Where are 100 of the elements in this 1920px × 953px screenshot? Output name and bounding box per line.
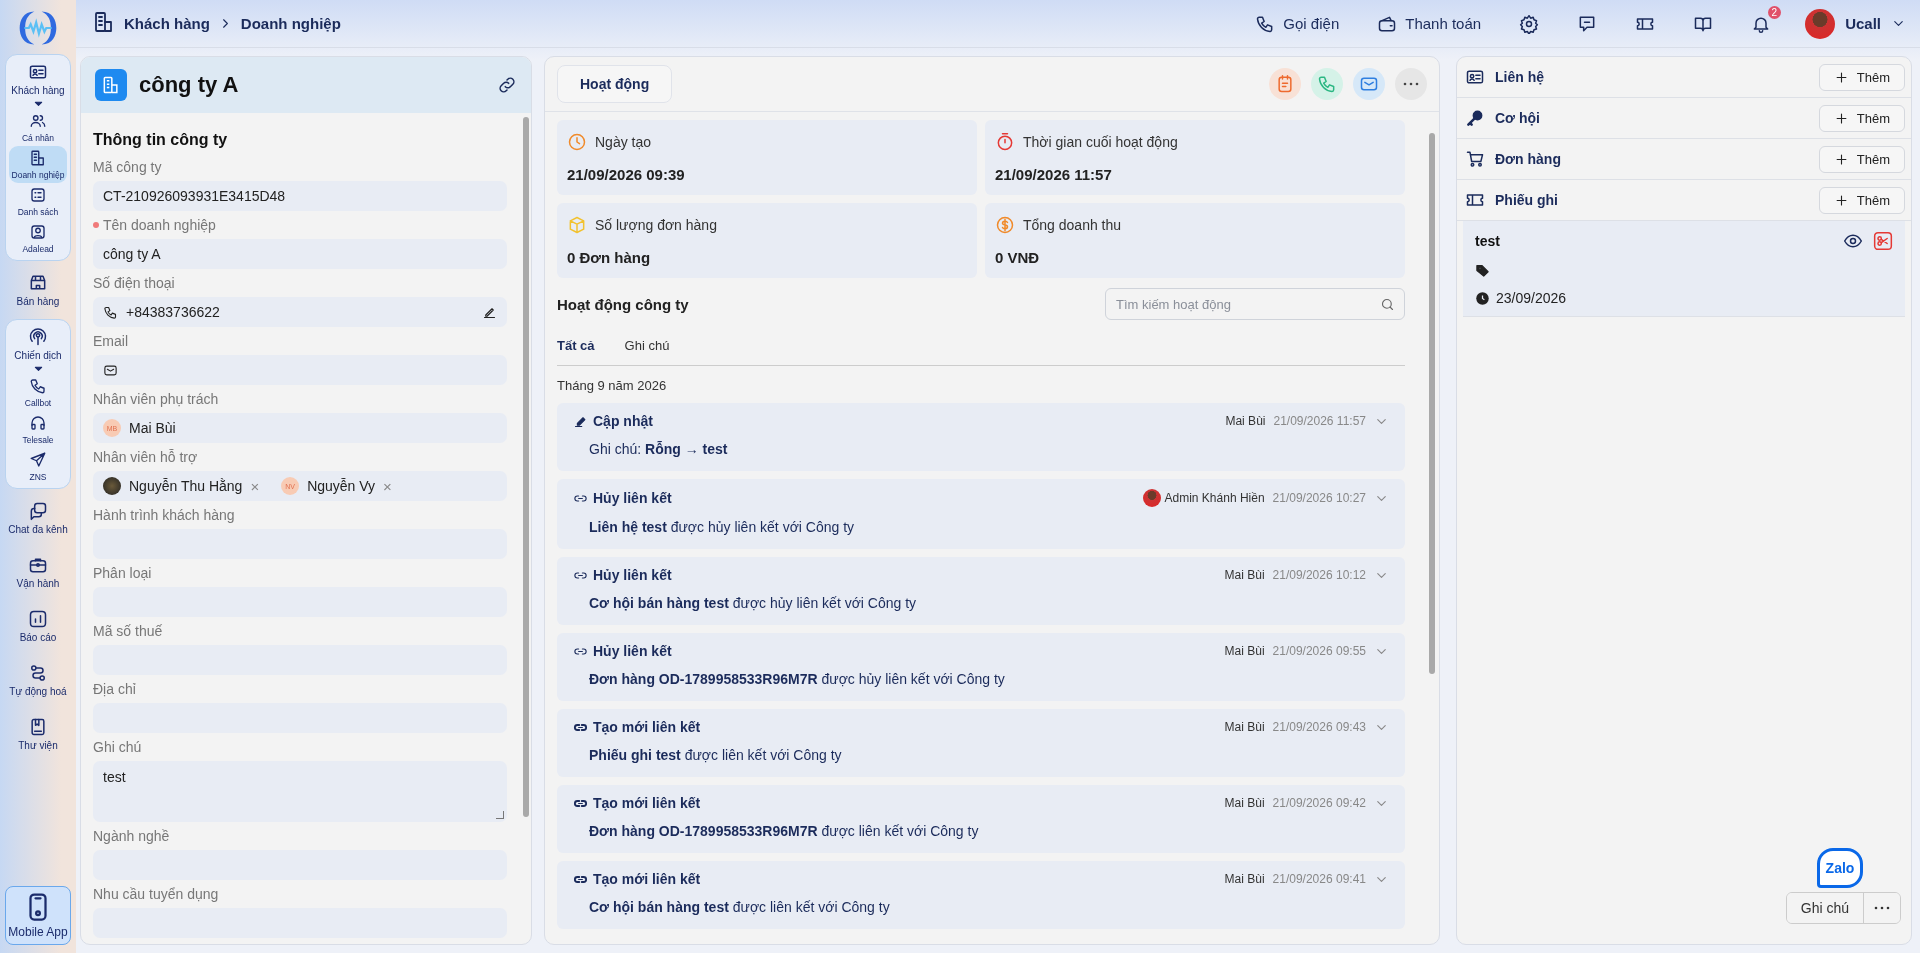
building-icon bbox=[29, 149, 47, 167]
section-title: Đơn hàng bbox=[1495, 151, 1561, 167]
stopwatch-icon bbox=[995, 132, 1015, 152]
phone-icon bbox=[29, 377, 47, 395]
sidebar-item[interactable]: ZNS bbox=[9, 448, 67, 485]
person-name: Mai Bùi bbox=[129, 420, 176, 436]
tab[interactable]: Hoạt động bbox=[557, 65, 673, 103]
tag-icon bbox=[1475, 263, 1490, 278]
activity-title: Tạo mới liên kết bbox=[593, 871, 701, 887]
toolbar-button[interactable]: Gọi điện bbox=[1243, 9, 1352, 38]
more-icon bbox=[1403, 82, 1419, 86]
headset-icon bbox=[29, 414, 47, 432]
plus-icon bbox=[1833, 69, 1849, 85]
user-name: Mai Bùi bbox=[1224, 644, 1265, 658]
timestamp: 21/09/2026 09:42 bbox=[1272, 796, 1366, 810]
input-field[interactable]: công ty A bbox=[93, 239, 507, 269]
key-icon bbox=[1465, 108, 1485, 128]
field-label: Mã số thuế bbox=[93, 623, 164, 639]
copy-link-button[interactable] bbox=[497, 75, 517, 95]
timestamp: 21/09/2026 09:41 bbox=[1272, 872, 1366, 886]
action-button[interactable] bbox=[1353, 68, 1385, 100]
sidebar-item[interactable]: Adalead bbox=[9, 220, 67, 257]
breadcrumb-link[interactable]: Doanh nghiệp bbox=[240, 15, 341, 32]
notification-badge: 2 bbox=[1767, 5, 1782, 19]
timestamp: 21/09/2026 09:43 bbox=[1272, 720, 1366, 734]
add-button[interactable]: Thêm bbox=[1818, 145, 1905, 173]
plus-icon bbox=[1833, 151, 1849, 167]
sidebar-item[interactable]: Doanh nghiệp bbox=[9, 146, 67, 183]
note-icon bbox=[1275, 74, 1295, 94]
sidebar-item[interactable]: Tự động hoá bbox=[5, 655, 71, 705]
search-field[interactable]: Tìm kiếm hoạt động bbox=[1105, 288, 1405, 320]
book-icon bbox=[28, 717, 48, 737]
user-name: Mai Bùi bbox=[1224, 872, 1265, 886]
more-button[interactable] bbox=[1863, 893, 1900, 923]
user-name: Mai Bùi bbox=[1224, 796, 1265, 810]
sidebar-item[interactable]: Thư viện bbox=[5, 709, 71, 759]
sidebar-item[interactable]: Telesale bbox=[9, 411, 67, 448]
company-icon bbox=[95, 69, 127, 101]
record-title: test bbox=[1475, 233, 1500, 249]
field-label: Ngành nghề bbox=[93, 828, 171, 844]
stat-value: 0 Đơn hàng bbox=[567, 249, 652, 266]
resize-handle[interactable] bbox=[496, 811, 504, 819]
filter-tab[interactable]: Tất cả bbox=[557, 338, 595, 353]
action-button[interactable] bbox=[1269, 68, 1301, 100]
dollar-icon bbox=[995, 215, 1015, 235]
chat-bubble-button[interactable]: Zalo bbox=[1817, 848, 1863, 888]
view-button[interactable] bbox=[1843, 231, 1863, 251]
sidebar-item[interactable]: Cá nhân bbox=[9, 109, 67, 146]
sidebar-item[interactable]: Chiến dịch bbox=[9, 323, 67, 363]
more-icon bbox=[1874, 906, 1890, 910]
phone-icon bbox=[103, 304, 118, 320]
activity-text: Cơ hội bán hàng test được hủy liên kết với Công ty bbox=[588, 594, 918, 611]
email-field[interactable] bbox=[93, 355, 507, 385]
field-label: Email bbox=[93, 333, 129, 349]
activity-text: Phiếu ghi test được liên kết với Công ty bbox=[588, 746, 843, 763]
chat-bubbles-icon bbox=[28, 501, 48, 521]
activity-text: Liên hệ test được hủy liên kết với Công ty bbox=[588, 518, 856, 535]
add-button[interactable]: Thêm bbox=[1818, 186, 1905, 214]
users-icon bbox=[29, 112, 47, 130]
sidebar-item[interactable]: Danh sách bbox=[9, 183, 67, 220]
sidebar-item[interactable]: Báo cáo bbox=[5, 601, 71, 651]
month-label: Tháng 9 năm 2026 bbox=[557, 378, 668, 393]
person-name: Nguyễn Vy bbox=[307, 478, 376, 494]
sidebar-item[interactable]: Vận hành bbox=[5, 547, 71, 597]
user-menu[interactable]: Ucall bbox=[1797, 8, 1906, 39]
clock-icon bbox=[567, 132, 587, 152]
flow-icon bbox=[28, 663, 48, 683]
unlink-button[interactable] bbox=[1873, 231, 1893, 251]
sidebar-item[interactable]: Bán hàng bbox=[5, 265, 71, 315]
cart-icon bbox=[1465, 149, 1485, 169]
filter-tab[interactable]: Ghi chú bbox=[624, 338, 670, 353]
text-area[interactable]: test bbox=[93, 761, 507, 822]
activity-title: Hủy liên kết bbox=[593, 643, 672, 659]
broadcast-icon bbox=[28, 327, 48, 347]
activity-title: Hủy liên kết bbox=[593, 490, 672, 506]
stat-label: Số lượng đơn hàng bbox=[595, 217, 717, 233]
scrollbar-thumb[interactable] bbox=[523, 117, 529, 817]
phone-field[interactable]: +84383736622 bbox=[93, 297, 507, 327]
scrollbar-thumb[interactable] bbox=[1429, 133, 1435, 674]
stat-label: Ngày tạo bbox=[595, 134, 652, 150]
stat-value: 21/09/2026 11:57 bbox=[995, 166, 1113, 183]
notification-button[interactable]: 2 bbox=[1739, 7, 1784, 40]
action-button[interactable] bbox=[1311, 68, 1343, 100]
input-field[interactable]: CT-210926093931E3415D48 bbox=[93, 181, 507, 211]
sidebar-item[interactable]: Callbot bbox=[9, 374, 67, 411]
activity-text: Cơ hội bán hàng test được liên kết với Công ty bbox=[588, 898, 891, 915]
activity-title: Cập nhật bbox=[593, 413, 653, 429]
sidebar-item[interactable]: Chat đa kênh bbox=[5, 493, 71, 543]
activity-text: Đơn hàng OD-1789958533R96M7R được hủy liên kết với Công ty bbox=[588, 670, 1006, 687]
add-button[interactable]: Thêm bbox=[1818, 104, 1905, 132]
store-icon bbox=[28, 273, 48, 293]
sidebar-item[interactable]: Khách hàng bbox=[9, 58, 67, 98]
field-label: Nhân viên phụ trách bbox=[93, 391, 220, 407]
breadcrumb-link[interactable]: Khách hàng bbox=[124, 15, 210, 32]
activity-title: Hủy liên kết bbox=[593, 567, 672, 583]
add-button[interactable]: Thêm bbox=[1818, 63, 1905, 91]
field-label: Nhu cầu tuyển dụng bbox=[93, 886, 220, 902]
activity-text: Ghi chú: Rỗng → test bbox=[588, 440, 729, 457]
mail-icon bbox=[103, 362, 118, 378]
toolbar-button[interactable]: Thanh toán bbox=[1365, 9, 1494, 38]
